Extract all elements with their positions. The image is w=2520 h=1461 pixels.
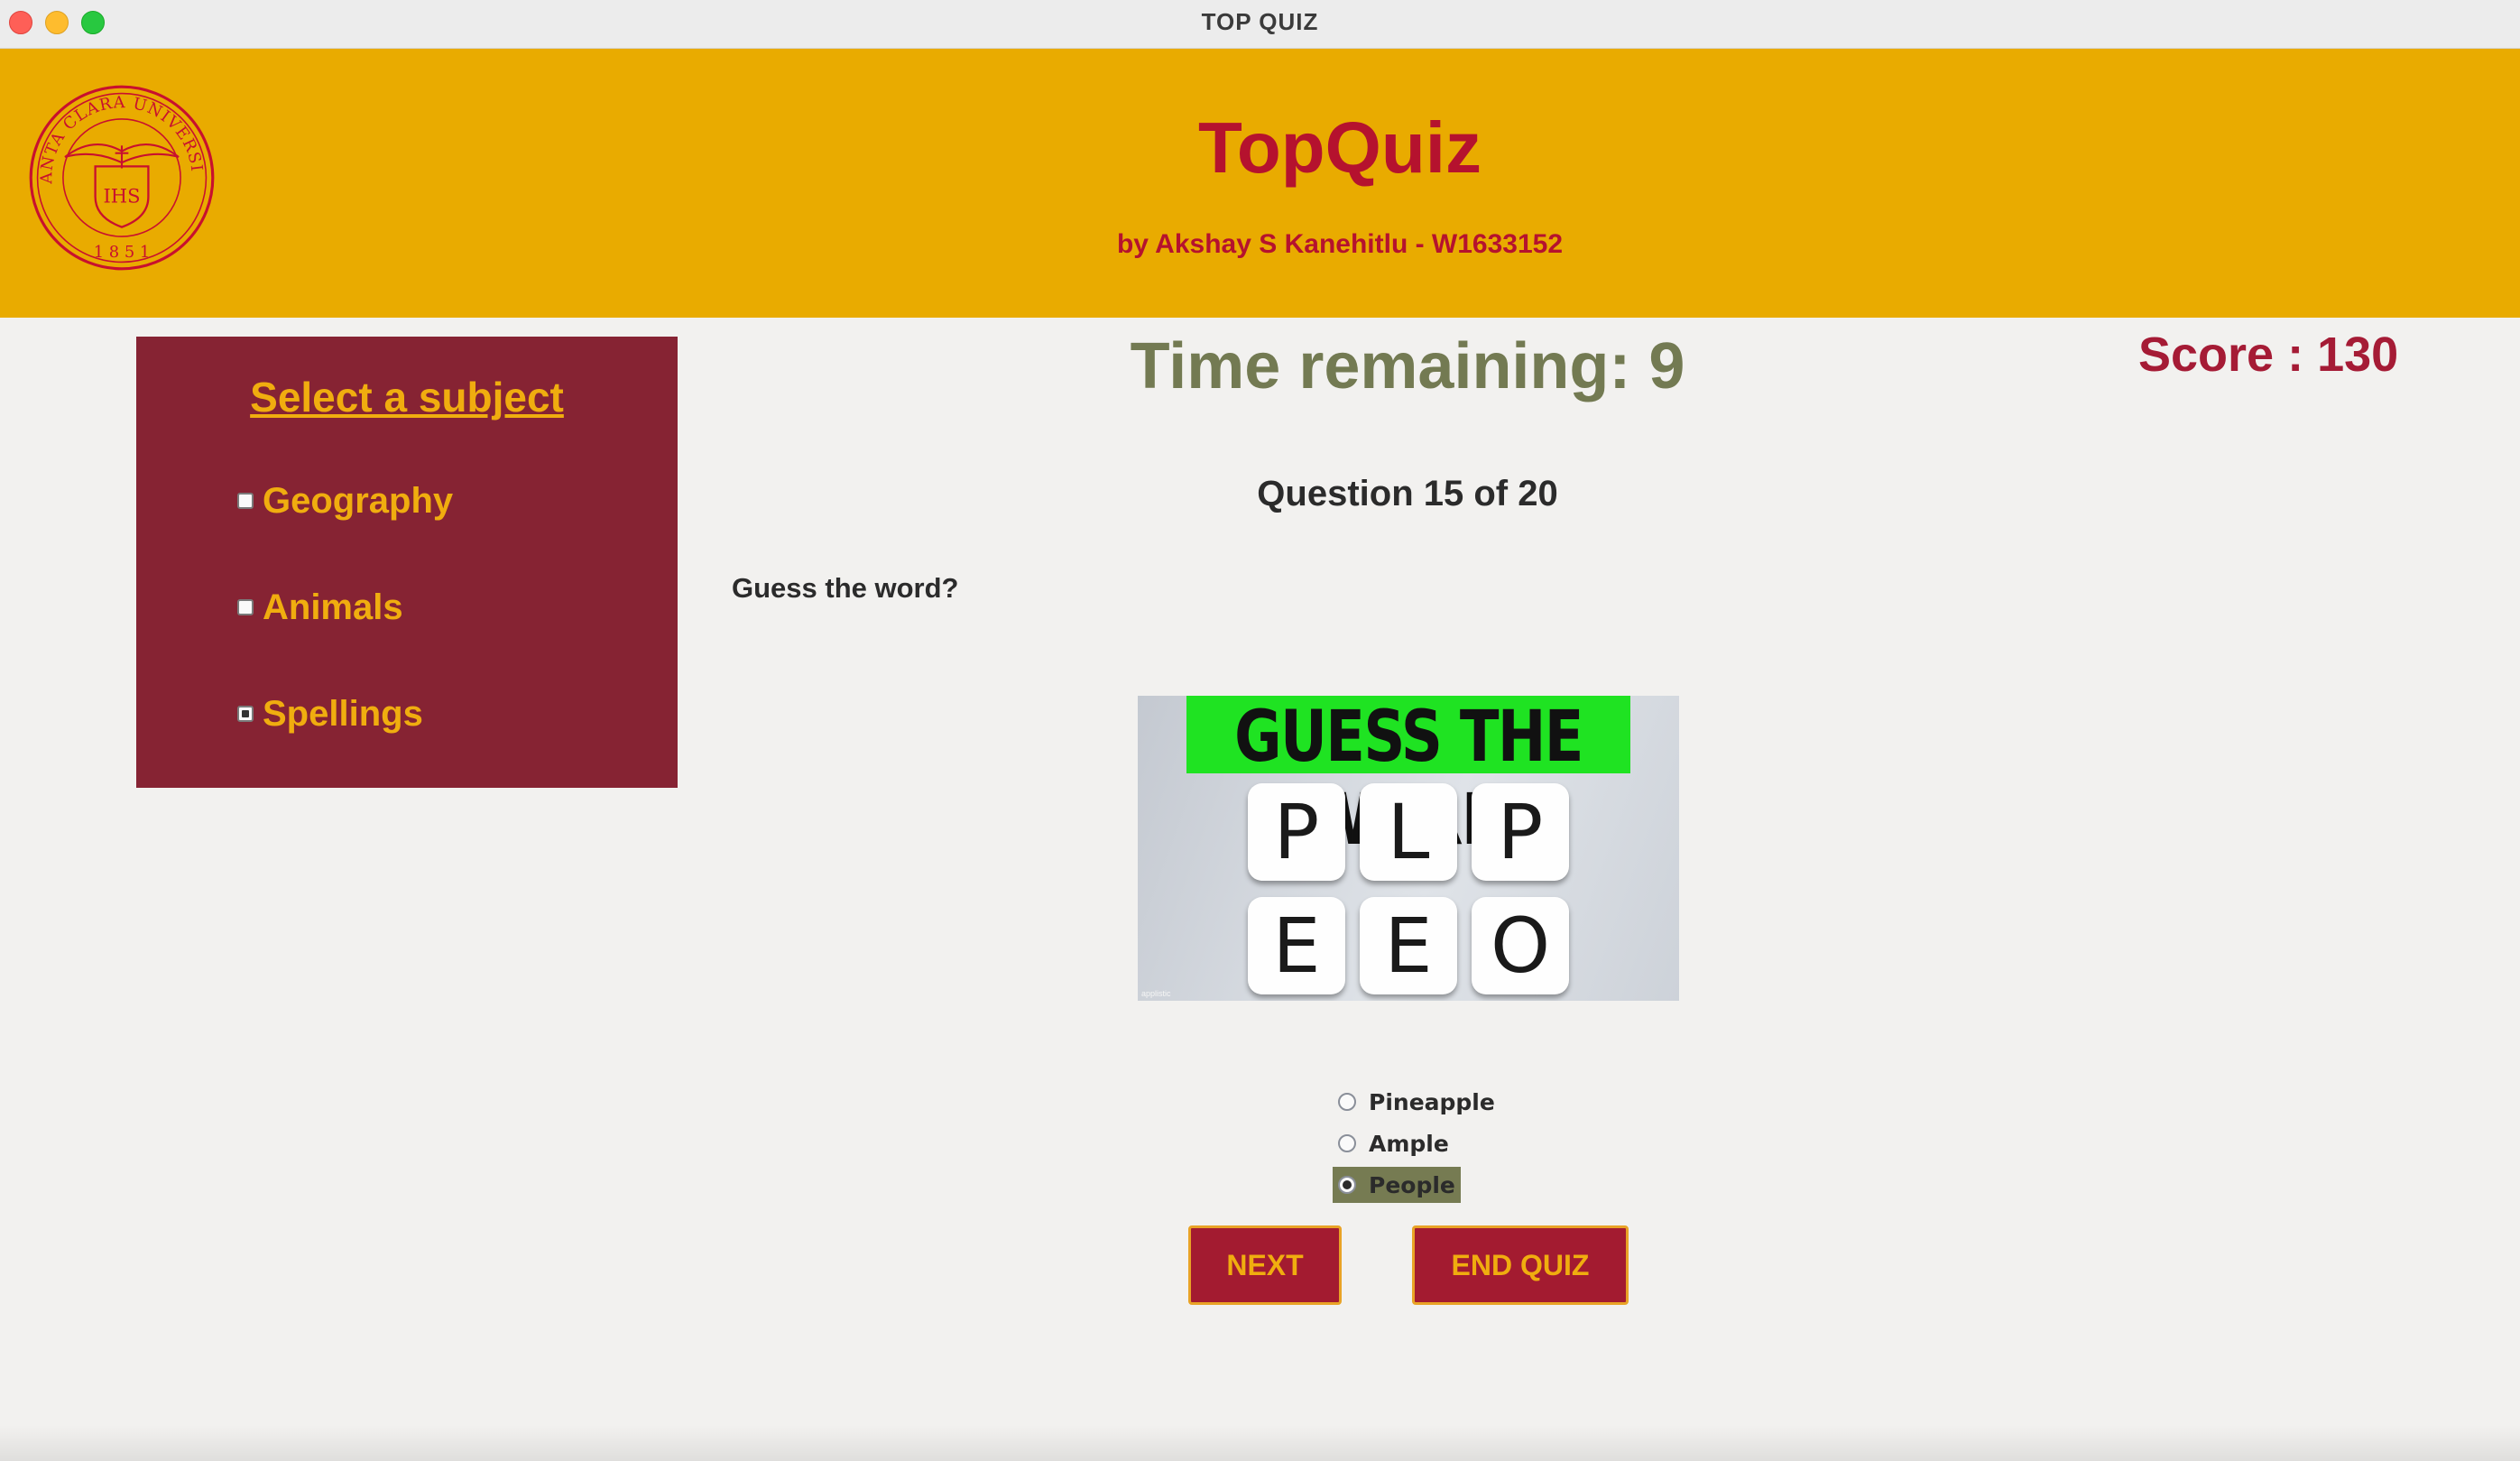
option-label: People [1369, 1171, 1455, 1198]
subject-geography[interactable]: Geography [237, 478, 453, 523]
geography-checkbox[interactable] [237, 493, 254, 509]
letter-tile: O [1472, 897, 1569, 994]
subject-label: Spellings [263, 693, 423, 734]
subject-animals[interactable]: Animals [237, 585, 403, 630]
question-image: GUESS THE WORD P L P E E O applistic [1138, 696, 1679, 1001]
option-label: Pineapple [1369, 1088, 1495, 1115]
image-banner-text: GUESS THE WORD [1186, 696, 1630, 861]
letter-tile: L [1360, 783, 1457, 881]
window-titlebar: TOP QUIZ [0, 0, 2520, 49]
letter-tile: P [1472, 783, 1569, 881]
window-bottom-shadow [0, 1425, 2520, 1461]
animals-checkbox[interactable] [237, 599, 254, 615]
subject-panel: Select a subject Geography Animals Spell… [136, 337, 678, 788]
subject-panel-title: Select a subject [250, 374, 564, 421]
letter-tile: E [1248, 897, 1345, 994]
app-header: SANTA CLARA UNIVERSITY IHS 1 8 5 1 TopQu… [0, 49, 2520, 318]
subject-spellings[interactable]: Spellings [237, 691, 423, 736]
spellings-checkbox[interactable] [237, 706, 254, 722]
ample-radio[interactable] [1338, 1134, 1356, 1152]
author-byline: by Akshay S Kanehitlu - W1633152 [1116, 229, 1564, 259]
next-button[interactable]: NEXT [1188, 1225, 1342, 1305]
time-remaining: Time remaining: 9 [1130, 330, 1685, 402]
question-text: Guess the word? [732, 572, 959, 604]
window-title: TOP QUIZ [1201, 8, 1319, 35]
people-radio[interactable] [1338, 1176, 1356, 1194]
image-credit: applistic [1141, 989, 1171, 998]
question-counter: Question 15 of 20 [1257, 474, 1558, 513]
answer-option-pineapple[interactable]: Pineapple [1333, 1084, 1500, 1120]
subject-label: Geography [263, 480, 454, 521]
letter-tile: E [1360, 897, 1457, 994]
score-display: Score : 130 [2138, 328, 2399, 382]
pineapple-radio[interactable] [1338, 1093, 1356, 1111]
answer-option-people[interactable]: People [1333, 1167, 1461, 1203]
end-quiz-button[interactable]: END QUIZ [1412, 1225, 1629, 1305]
letter-tile: P [1248, 783, 1345, 881]
option-label: Ample [1369, 1130, 1449, 1157]
app-title: TopQuiz [1198, 107, 1482, 188]
subject-label: Animals [263, 587, 403, 627]
answer-option-ample[interactable]: Ample [1333, 1125, 1454, 1161]
